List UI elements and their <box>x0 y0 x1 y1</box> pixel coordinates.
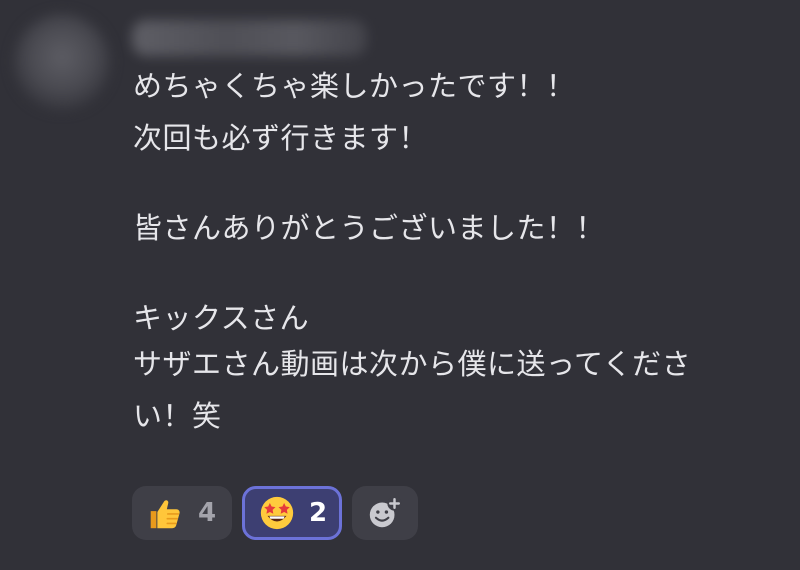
thumbs-up-icon <box>144 493 184 533</box>
message-line: キックスさん <box>133 301 310 335</box>
star-struck-icon <box>257 493 297 533</box>
reactions-bar: 4 2 <box>132 486 418 540</box>
reaction-star-struck[interactable]: 2 <box>242 486 342 540</box>
message-line: 次回も必ず行きます！ <box>133 121 429 155</box>
reaction-count: 2 <box>309 498 328 528</box>
reaction-count: 4 <box>198 498 217 528</box>
message-body: めちゃくちゃ楽しかったです！！ 次回も必ず行きます！ 皆さんありがとうございまし… <box>133 60 773 442</box>
add-reaction-button[interactable] <box>352 486 418 540</box>
message-line: サザエさん動画は次から僕に送ってくださ <box>133 347 692 381</box>
message-line: めちゃくちゃ楽しかったです！！ <box>133 69 576 103</box>
message-line: 皆さんありがとうございました！！ <box>133 211 606 245</box>
add-reaction-icon <box>365 493 405 533</box>
username-blurred[interactable] <box>132 20 367 56</box>
avatar[interactable] <box>14 14 110 110</box>
reaction-thumbs-up[interactable]: 4 <box>132 486 232 540</box>
message-line: い！笑 <box>133 399 222 433</box>
